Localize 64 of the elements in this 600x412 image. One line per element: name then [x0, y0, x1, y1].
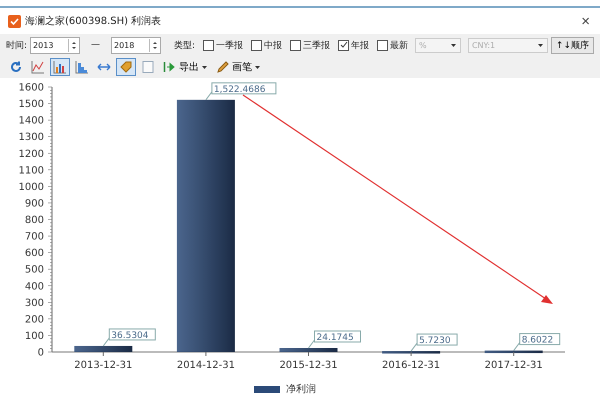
- time-label: 时间:: [6, 40, 28, 52]
- stacked-bar-icon: [75, 60, 89, 74]
- app-logo-icon: [8, 14, 21, 28]
- y-tick-label: 600: [24, 248, 44, 260]
- bar-chart-icon: [53, 60, 67, 74]
- refresh-icon: [9, 60, 23, 74]
- bar-tool-button[interactable]: [50, 58, 70, 76]
- tag-tool-button[interactable]: [116, 58, 136, 76]
- value-label: 36.5304: [111, 330, 149, 341]
- blank-page-icon: [141, 60, 155, 74]
- bar: [74, 346, 132, 352]
- value-label: 5.7230: [419, 336, 451, 346]
- caret-icon: [254, 64, 261, 70]
- report-type-checkbox[interactable]: 三季报: [290, 38, 330, 52]
- value-label: 24.1745: [316, 333, 354, 343]
- caret-icon: [450, 42, 457, 48]
- legend-swatch: [254, 386, 280, 392]
- check-icon: [340, 41, 348, 49]
- report-type-checkbox[interactable]: 一季报: [203, 38, 243, 52]
- y-tick-label: 800: [24, 215, 44, 226]
- y-tick-label: 700: [24, 232, 44, 243]
- value-label: 1,522.4686: [214, 84, 266, 95]
- report-type-checkbox[interactable]: 中报: [251, 38, 282, 52]
- export-icon: [163, 60, 177, 74]
- y-tick-label: 0: [38, 348, 44, 358]
- legend-label: 净利润: [286, 382, 316, 396]
- x-tick-label: 2017-12-31: [484, 360, 543, 371]
- caret-icon: [536, 42, 544, 48]
- bar: [280, 348, 338, 352]
- y-tick-label: 1100: [18, 165, 44, 176]
- y-tick-label: 1600: [18, 82, 44, 94]
- y-tick-label: 1500: [18, 99, 44, 110]
- start-year-spinner[interactable]: 2013: [30, 36, 80, 54]
- y-tick-label: 400: [24, 281, 44, 292]
- type-label: 类型:: [174, 40, 195, 52]
- value-label: 8.6022: [522, 336, 554, 346]
- y-tick-label: 1300: [18, 132, 44, 144]
- close-button[interactable]: ×: [581, 12, 590, 30]
- y-tick-label: 1000: [18, 182, 44, 193]
- y-tick-label: 300: [24, 298, 44, 309]
- x-tick-label: 2013-12-31: [74, 360, 132, 371]
- end-year-spinner[interactable]: 2018: [111, 36, 161, 54]
- y-tick-label: 1400: [18, 116, 44, 127]
- sort-button[interactable]: ↑↓顺序: [550, 36, 594, 54]
- bar: [382, 351, 440, 354]
- x-tick-label: 2015-12-31: [279, 360, 338, 371]
- caret-icon: [201, 64, 208, 70]
- y-tick-label: 500: [24, 264, 44, 276]
- tag-icon: [119, 60, 133, 74]
- report-type-checkbox[interactable]: 最新: [377, 38, 408, 52]
- bar: [484, 350, 543, 354]
- report-type-checkbox[interactable]: 年报: [338, 38, 369, 52]
- pen-tool-button[interactable]: 画笔: [213, 58, 264, 76]
- line-chart-icon: [31, 60, 45, 74]
- x-tick-label: 2016-12-31: [382, 360, 440, 371]
- pencil-icon: [216, 60, 230, 74]
- y-tick-label: 900: [24, 198, 44, 210]
- y-tick-label: 100: [24, 330, 44, 342]
- range-separator: —: [91, 40, 100, 50]
- y-tick-label: 200: [24, 314, 44, 326]
- y-tick-label: 1200: [18, 148, 44, 160]
- window-title: 海澜之家(600398.SH) 利润表: [25, 14, 162, 28]
- export-tool-button[interactable]: 导出: [160, 58, 211, 76]
- x-tick-label: 2014-12-31: [176, 360, 235, 371]
